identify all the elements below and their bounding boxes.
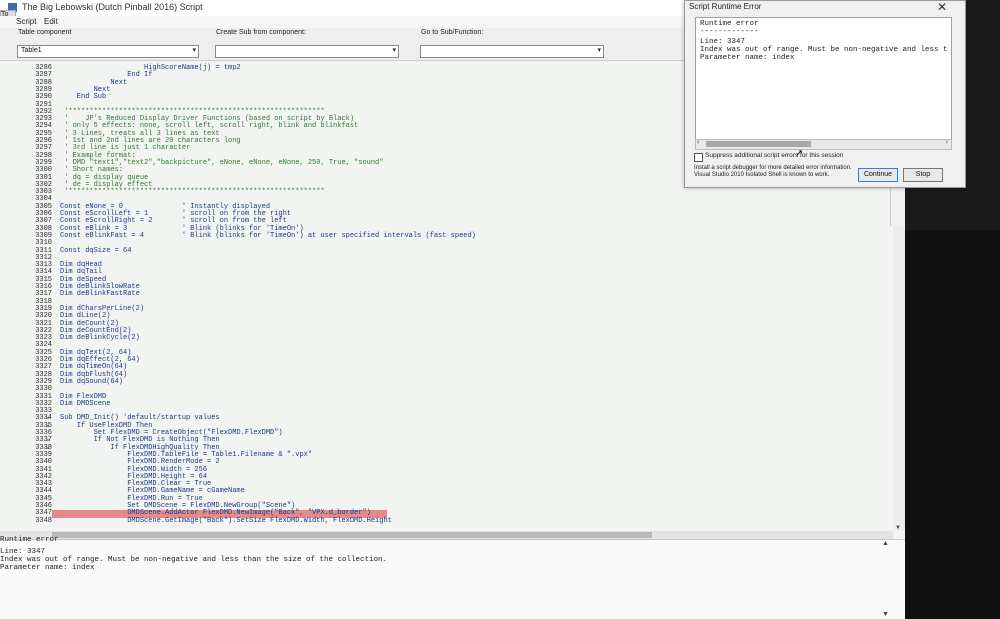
code-line[interactable]: 3303 '**********************************… xyxy=(0,188,900,197)
menu-script[interactable]: Script xyxy=(16,17,36,26)
create-sub-label: Create Sub from component: xyxy=(216,29,306,36)
table-component-value: Table1 xyxy=(21,47,42,54)
code-line[interactable]: 3309 Const eBlinkFast = 4 ' Blink (blinks… xyxy=(0,231,900,240)
line-number: 3348 xyxy=(35,516,52,525)
code-line[interactable]: 3314 Dim dqTail xyxy=(0,269,900,277)
close-icon[interactable]: ✕ xyxy=(937,0,947,14)
menu-edit[interactable]: Edit xyxy=(44,17,58,26)
code-line[interactable]: 3320 Dim dLine(2) xyxy=(0,312,900,320)
chevron-down-icon: ▾ xyxy=(192,47,196,54)
code-line[interactable]: 3331 Dim FlexDMD xyxy=(0,393,900,401)
code-line[interactable]: 3330 xyxy=(0,385,900,393)
code-text: Dim DMDScene xyxy=(60,399,111,408)
code-line[interactable]: 3326 Dim dqEffect(2, 64) xyxy=(0,356,900,364)
error-message-line: Parameter name: index xyxy=(700,54,795,62)
scroll-down-icon[interactable]: ▼ xyxy=(895,525,901,531)
script-runtime-error-dialog: Script Runtime Error ✕ Runtime error ---… xyxy=(684,0,966,188)
code-line[interactable]: 3324 xyxy=(0,342,900,350)
output-line: Parameter name: index xyxy=(0,564,95,572)
code-text: '***************************************… xyxy=(60,188,325,197)
error-message-line: Line: 3347 xyxy=(700,38,746,46)
scroll-down-icon[interactable]: ▼ xyxy=(882,611,889,618)
code-line[interactable]: 3329 Dim dqSound(64) xyxy=(0,377,900,386)
table-component-select[interactable]: Table1 ▾ xyxy=(17,45,199,58)
editor-horizontal-scrollbar[interactable] xyxy=(0,531,893,539)
scrollbar-thumb[interactable] xyxy=(52,532,652,538)
debugger-info-line: Visual Studio 2010 Isolated Shell is kno… xyxy=(694,172,830,178)
code-line[interactable]: 3312 xyxy=(0,254,900,262)
error-message-line: ------------- xyxy=(700,28,759,36)
window-title: The Big Lebowski (Dutch Pinball 2016) Sc… xyxy=(22,2,203,12)
code-text: Const eBlinkFast = 4 ' Blink (blinks for… xyxy=(60,231,476,240)
code-line[interactable]: 3319 Dim dCharsPerLine(2) xyxy=(0,305,900,313)
code-line[interactable]: 3313 Dim dqHead xyxy=(0,261,900,269)
scroll-right-icon[interactable]: › xyxy=(946,139,948,146)
mouse-cursor-icon: ➚ xyxy=(795,148,804,159)
error-message-box[interactable]: Runtime error ------------- Line: 3347 I… xyxy=(695,17,952,141)
output-title: Runtime error xyxy=(0,536,59,544)
code-text: Dim dqSound(64) xyxy=(60,377,124,386)
message-horizontal-scrollbar[interactable]: ‹ › xyxy=(695,139,952,150)
code-line[interactable]: 3328 Dim dqbFlush(64) xyxy=(0,371,900,379)
continue-button[interactable]: Continue xyxy=(858,168,898,182)
goto-sub-label: Go to Sub/Function: xyxy=(421,29,484,36)
code-line[interactable]: 3311 Const dqSize = 64 xyxy=(0,246,900,255)
goto-sub-select[interactable]: ▾ xyxy=(420,45,604,58)
output-pane: Runtime error Line: 3347 Index was out o… xyxy=(0,536,905,619)
code-line[interactable]: 3317 Dim deBlinkFastRate xyxy=(0,290,900,299)
output-scrollbar[interactable]: ▲ ▼ xyxy=(880,540,892,619)
suppress-errors-checkbox[interactable] xyxy=(694,153,703,162)
code-line[interactable]: 3310 xyxy=(0,239,900,247)
chevron-down-icon: ▾ xyxy=(597,47,601,54)
chevron-down-icon: ▾ xyxy=(392,47,396,54)
code-line[interactable]: 3348 DMDScene.GetImage("Back").SetSize F… xyxy=(0,516,900,525)
scroll-left-icon[interactable]: ‹ xyxy=(697,139,699,146)
background-window-edge xyxy=(890,186,905,226)
debugger-info-line: Install a script debugger for more detai… xyxy=(694,165,852,171)
table-component-label: Table component xyxy=(18,29,72,36)
bezel-shadow xyxy=(905,230,1000,619)
create-sub-select[interactable]: ▾ xyxy=(215,45,399,58)
suppress-errors-label: Suppress additional script errors for th… xyxy=(705,152,844,159)
output-line: Line: 3347 xyxy=(0,548,46,556)
code-text: End Sub xyxy=(60,93,107,102)
code-text: DMDScene.GetImage("Back").SetSize FlexDM… xyxy=(60,516,392,525)
code-text: Dim deBlinkCycle(2) xyxy=(60,334,140,343)
output-line: Index was out of range. Must be non-nega… xyxy=(0,556,388,564)
dialog-title: Script Runtime Error xyxy=(689,2,762,11)
code-line[interactable]: 3323 Dim deBlinkCycle(2) xyxy=(0,334,900,343)
code-line[interactable]: 3332 Dim DMDScene xyxy=(0,399,900,408)
code-line[interactable]: 3327 Dim dqTimeOn(64) xyxy=(0,363,900,371)
code-text: Dim deBlinkFastRate xyxy=(60,290,140,299)
error-message-line: Runtime error xyxy=(700,20,759,28)
scroll-up-icon[interactable]: ▲ xyxy=(882,540,889,547)
code-line[interactable]: 3321 Dim deCount(2) xyxy=(0,320,900,328)
stop-button[interactable]: Stop xyxy=(903,168,943,182)
error-message-line: Index was out of range. Must be non-nega… xyxy=(700,46,948,54)
code-text: Const dqSize = 64 xyxy=(60,246,132,255)
scrollbar-thumb[interactable] xyxy=(706,141,811,147)
